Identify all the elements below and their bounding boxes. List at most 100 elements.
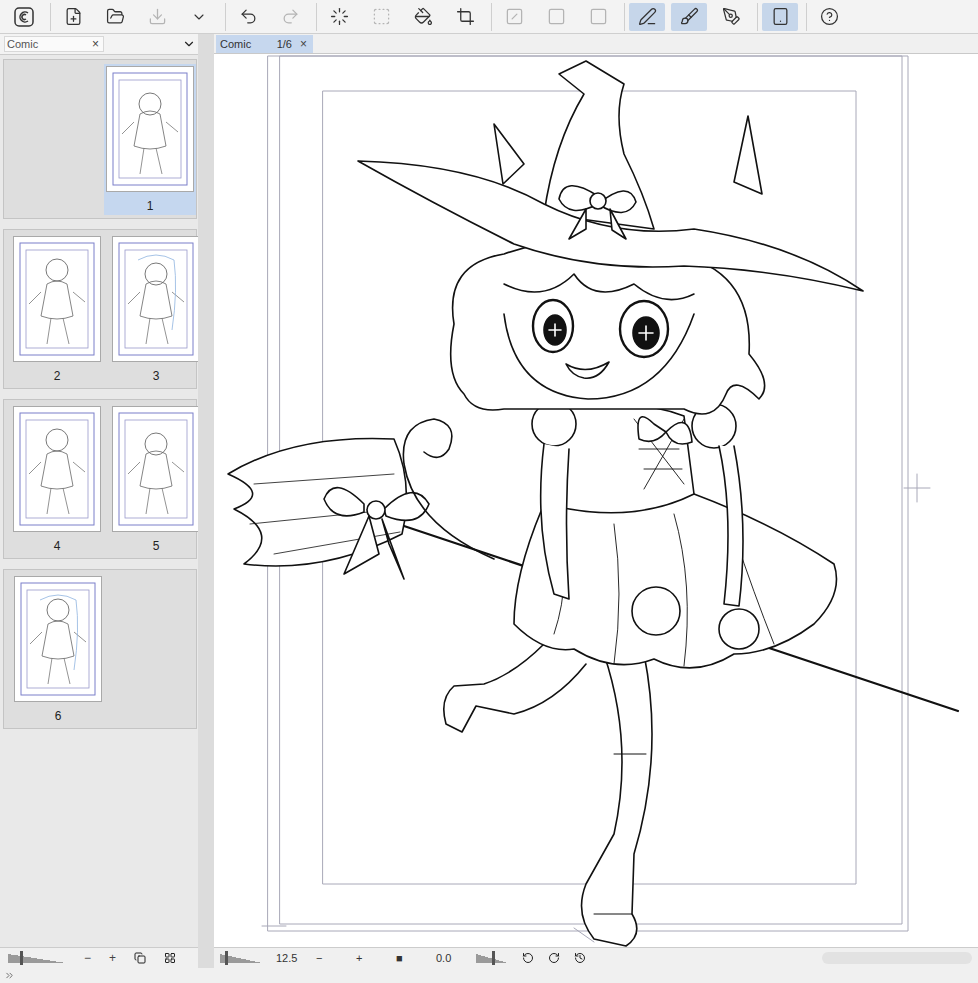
page-item[interactable]: 4 [12,404,102,555]
slider-thumb[interactable] [492,951,495,965]
toolbar-group [55,3,226,31]
selection-icon [330,7,349,26]
toolbar-button[interactable] [55,3,91,31]
toolbar-button[interactable] [230,3,266,31]
page-item[interactable]: 2 [12,234,102,385]
page-thumbnail [13,406,101,532]
status-bar: 12.5 − + ■ 0.0 [214,947,978,968]
pen-icon [638,7,657,26]
toolbar-button[interactable] [811,3,847,31]
app-window: Comic×123456−+Comic1/6×12.5−+■0.0 [0,0,978,983]
rotate-right-icon[interactable] [548,952,560,964]
page-number: 6 [55,702,62,725]
toolbar-button[interactable] [762,3,798,31]
thumbnail-size-slider[interactable] [8,954,66,963]
workspace: Comic×123456−+Comic1/6×12.5−+■0.0 [0,34,978,968]
fit-button[interactable]: ■ [396,952,422,964]
page-item[interactable]: 3 [111,234,198,385]
tab-bar: Comic1/6× [214,34,978,54]
page-thumbnail [13,236,101,362]
canvas [214,54,978,947]
toolbar-button[interactable] [671,3,707,31]
page-number: 4 [54,532,61,555]
zoom-in-button[interactable]: + [356,952,382,964]
zoom-out-button[interactable]: − [316,952,342,964]
page-thumbnail-icon [17,240,97,358]
help-icon [820,7,839,26]
clear-icon [505,7,524,26]
page-thumbnail-icon [116,240,196,358]
page-thumbnail-icon [17,410,97,528]
export-icon [148,7,167,26]
toolbar-button[interactable] [6,3,42,31]
page-list: 123456 [0,55,198,947]
document-tab[interactable]: Comic1/6× [216,35,313,53]
toolbar-button[interactable] [538,3,574,31]
logo-icon [14,7,34,27]
page-number: 3 [153,362,160,385]
marquee-icon [372,7,391,26]
slider-thumb[interactable] [225,951,228,965]
panel-title[interactable]: Comic× [4,36,104,52]
fill-icon [414,7,433,26]
angle-value[interactable]: 0.0 [436,952,462,964]
expand-icon[interactable] [4,970,15,981]
zoom-in-button[interactable]: + [109,951,116,965]
toolbar-button[interactable] [447,3,483,31]
page-item[interactable]: 6 [12,574,104,725]
toolbar-button[interactable] [272,3,308,31]
angle-slider[interactable] [476,954,508,963]
toolbar-button[interactable] [629,3,665,31]
tab-close[interactable]: × [300,37,307,51]
page-thumbnail-icon [116,410,196,528]
page-spread: 6 [3,569,197,729]
duplicate-icon[interactable] [134,952,146,964]
layout-icon[interactable] [164,952,176,964]
toolbar-button[interactable] [363,3,399,31]
toolbar-button[interactable] [496,3,532,31]
panel-menu-icon[interactable] [182,37,196,51]
new-page-icon [64,7,83,26]
toolbar-button[interactable] [97,3,133,31]
zoom-value[interactable]: 12.5 [276,952,302,964]
footer [0,968,978,983]
tablet-icon [771,7,790,26]
page-spread: 45 [3,399,197,559]
tone-icon [547,7,566,26]
toolbar-button[interactable] [321,3,357,31]
zoom-slider[interactable] [220,954,262,963]
page-thumbnail [106,66,194,192]
undo-icon [239,7,258,26]
vector-icon [722,7,741,26]
toolbar-group [811,3,855,31]
toolbar-button[interactable] [181,3,217,31]
document-area: Comic1/6×12.5−+■0.0 [214,34,978,968]
page-number: 2 [54,362,61,385]
page-item[interactable]: 1 [104,64,196,215]
toolbar-group [629,3,758,31]
reset-rotation-icon[interactable] [574,952,586,964]
panel-close[interactable]: × [92,37,99,51]
toolbar-button[interactable] [713,3,749,31]
zoom-out-button[interactable]: − [84,951,91,965]
page-number: 5 [153,532,160,555]
toolbar-button[interactable] [139,3,175,31]
toolbar-button[interactable] [580,3,616,31]
toolbar [0,0,978,34]
artwork-canvas[interactable] [214,54,976,947]
toolbar-group [230,3,317,31]
page-count: 1/6 [277,38,292,50]
panel-header: Comic× [0,34,198,55]
panel-divider[interactable] [198,34,214,968]
toolbar-group [6,3,51,31]
redo-icon [281,7,300,26]
page-item[interactable]: 5 [111,404,198,555]
toolbar-button[interactable] [405,3,441,31]
open-icon [106,7,125,26]
page-thumbnail-icon [18,580,98,698]
rotate-left-icon[interactable] [522,952,534,964]
toolbar-group [321,3,492,31]
slider-thumb[interactable] [20,951,23,965]
horizontal-scrollbar[interactable] [822,952,972,964]
page-spread: 23 [3,229,197,389]
